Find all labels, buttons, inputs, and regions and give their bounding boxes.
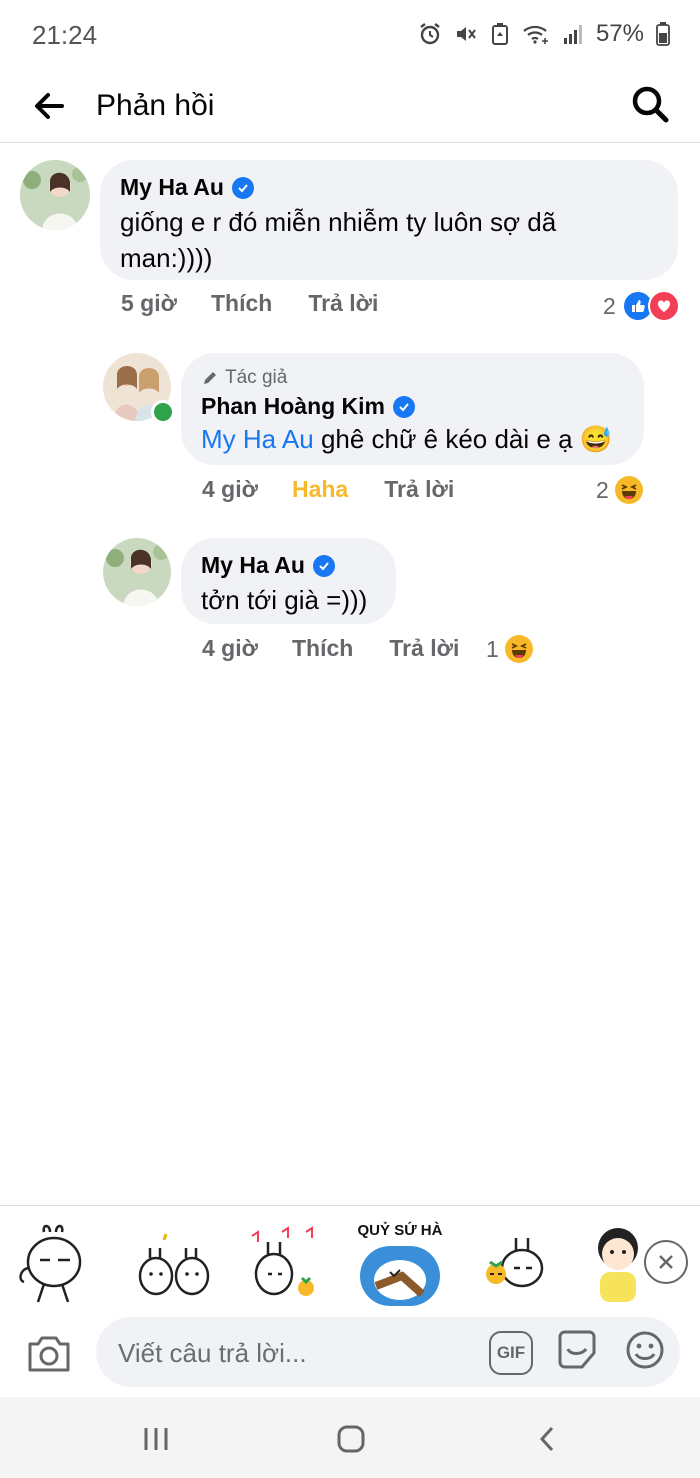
gif-button[interactable]: GIF: [489, 1331, 533, 1375]
reply-button[interactable]: Trả lời: [389, 635, 459, 662]
header: Phản hồi: [0, 70, 700, 143]
camera-icon: [28, 1336, 70, 1372]
online-status-dot: [151, 400, 175, 424]
close-icon: [659, 1255, 673, 1269]
verified-badge-icon: [393, 395, 416, 418]
comment-author: My Ha Au: [201, 552, 335, 579]
search-button[interactable]: [628, 82, 674, 128]
reply-button[interactable]: Trả lời: [384, 476, 454, 503]
avatar-photo: [20, 160, 90, 230]
verified-badge-icon: [312, 554, 335, 577]
music-rabbit-sticker[interactable]: [240, 1222, 330, 1306]
page-title: Phản hồi: [96, 89, 215, 122]
mute-icon: [454, 22, 478, 46]
reaction-summary[interactable]: 1: [486, 635, 533, 663]
like-button[interactable]: Thích: [211, 290, 272, 317]
wifi-icon: [522, 22, 550, 46]
sticker-suggestions: QUỶ SỨ HÀ: [0, 1205, 700, 1306]
emoji-icon: [626, 1331, 664, 1369]
reaction-summary[interactable]: 2: [596, 476, 643, 504]
avatar[interactable]: [20, 160, 90, 230]
system-nav-bar: [0, 1397, 700, 1478]
pencil-icon: [204, 372, 216, 384]
back-nav-button[interactable]: [528, 1419, 568, 1459]
alarm-icon: [418, 22, 442, 46]
back-button[interactable]: [28, 84, 72, 128]
comment-time: 4 giờ: [202, 476, 258, 502]
arrow-left-icon: [35, 93, 64, 119]
comment-bubble[interactable]: Tác giả Phan Hoàng Kim My Ha Au ghê chữ …: [181, 353, 644, 465]
girl-sticker[interactable]: [588, 1222, 648, 1306]
status-time: 21:24: [32, 20, 98, 50]
avatar-photo: [103, 538, 171, 606]
signal-icon: [562, 22, 584, 46]
recent-apps-button[interactable]: [136, 1419, 176, 1459]
mention-link[interactable]: My Ha Au: [201, 424, 314, 454]
author-name[interactable]: Phan Hoàng Kim: [201, 393, 385, 420]
comment-bubble[interactable]: My Ha Au giống e r đó miễn nhiễm ty luôn…: [100, 160, 678, 280]
search-icon: [632, 86, 669, 123]
reply-input[interactable]: [116, 1317, 480, 1389]
two-rabbits-sticker[interactable]: [130, 1222, 220, 1306]
compose-field: GIF: [96, 1317, 680, 1389]
close-stickers-button[interactable]: [644, 1240, 688, 1284]
haha-reaction-icon: [614, 476, 643, 504]
reaction-count: 2: [596, 476, 609, 503]
recent-apps-icon: [144, 1428, 168, 1450]
comment-actions: 4 giờ Thích Trả lời: [202, 635, 459, 662]
comment-actions: 5 giờ Thích Trả lời: [121, 290, 378, 317]
comment-time: 4 giờ: [202, 635, 258, 661]
camera-button[interactable]: [26, 1330, 72, 1376]
haha-reaction-button[interactable]: Haha: [292, 476, 348, 503]
comment-time: 5 giờ: [121, 290, 177, 316]
battery-icon: [656, 22, 670, 46]
rabbit-carrot-sticker[interactable]: [472, 1222, 562, 1306]
status-icons: 57%: [418, 20, 670, 48]
reaction-count: 2: [603, 292, 616, 319]
chevron-left-icon: [539, 1426, 554, 1452]
comment-text: tởn tới già =))): [201, 585, 368, 615]
comment-actions: 4 giờ Haha Trả lời: [202, 476, 454, 503]
rabbit-sticker[interactable]: [14, 1222, 104, 1306]
comment-author: My Ha Au: [120, 174, 254, 201]
author-tag: Tác giả: [201, 367, 287, 389]
status-bar: 21:24 57%: [0, 0, 700, 70]
battery-saver-icon: [490, 22, 510, 46]
love-reaction-icon: [647, 290, 680, 322]
comment-text: giống e r đó miễn nhiễm ty luôn sợ dã ma…: [120, 207, 557, 273]
sticker-caption: QUỶ SỨ HÀ: [357, 1222, 443, 1239]
comment-body: ghê chữ ê kéo dài e ạ 😅: [320, 424, 613, 454]
battery-percent: 57%: [595, 20, 644, 47]
reply-button[interactable]: Trả lời: [308, 290, 378, 317]
sticker-icon: [558, 1330, 596, 1369]
author-name[interactable]: My Ha Au: [120, 174, 224, 201]
comment-text: My Ha Au ghê chữ ê kéo dài e ạ 😅: [201, 421, 612, 457]
avatar[interactable]: [103, 538, 171, 606]
author-tag-label: Tác giả: [225, 367, 288, 388]
author-name[interactable]: My Ha Au: [201, 552, 305, 579]
sticker-button[interactable]: [556, 1329, 598, 1371]
comment-bubble[interactable]: My Ha Au tởn tới già =))): [181, 538, 396, 624]
like-button[interactable]: Thích: [292, 635, 353, 662]
home-icon: [337, 1425, 365, 1453]
reply-composer: GIF: [0, 1305, 700, 1397]
verified-badge-icon: [231, 176, 254, 199]
emoji-button[interactable]: [624, 1329, 666, 1371]
home-button[interactable]: [331, 1419, 371, 1459]
reaction-count: 1: [486, 635, 499, 662]
reaction-summary[interactable]: 2: [603, 290, 680, 322]
comment-author: Phan Hoàng Kim: [201, 393, 416, 420]
quy-su-ha-sticker[interactable]: QUỶ SỨ HÀ: [356, 1222, 444, 1306]
haha-reaction-icon: [504, 635, 533, 663]
